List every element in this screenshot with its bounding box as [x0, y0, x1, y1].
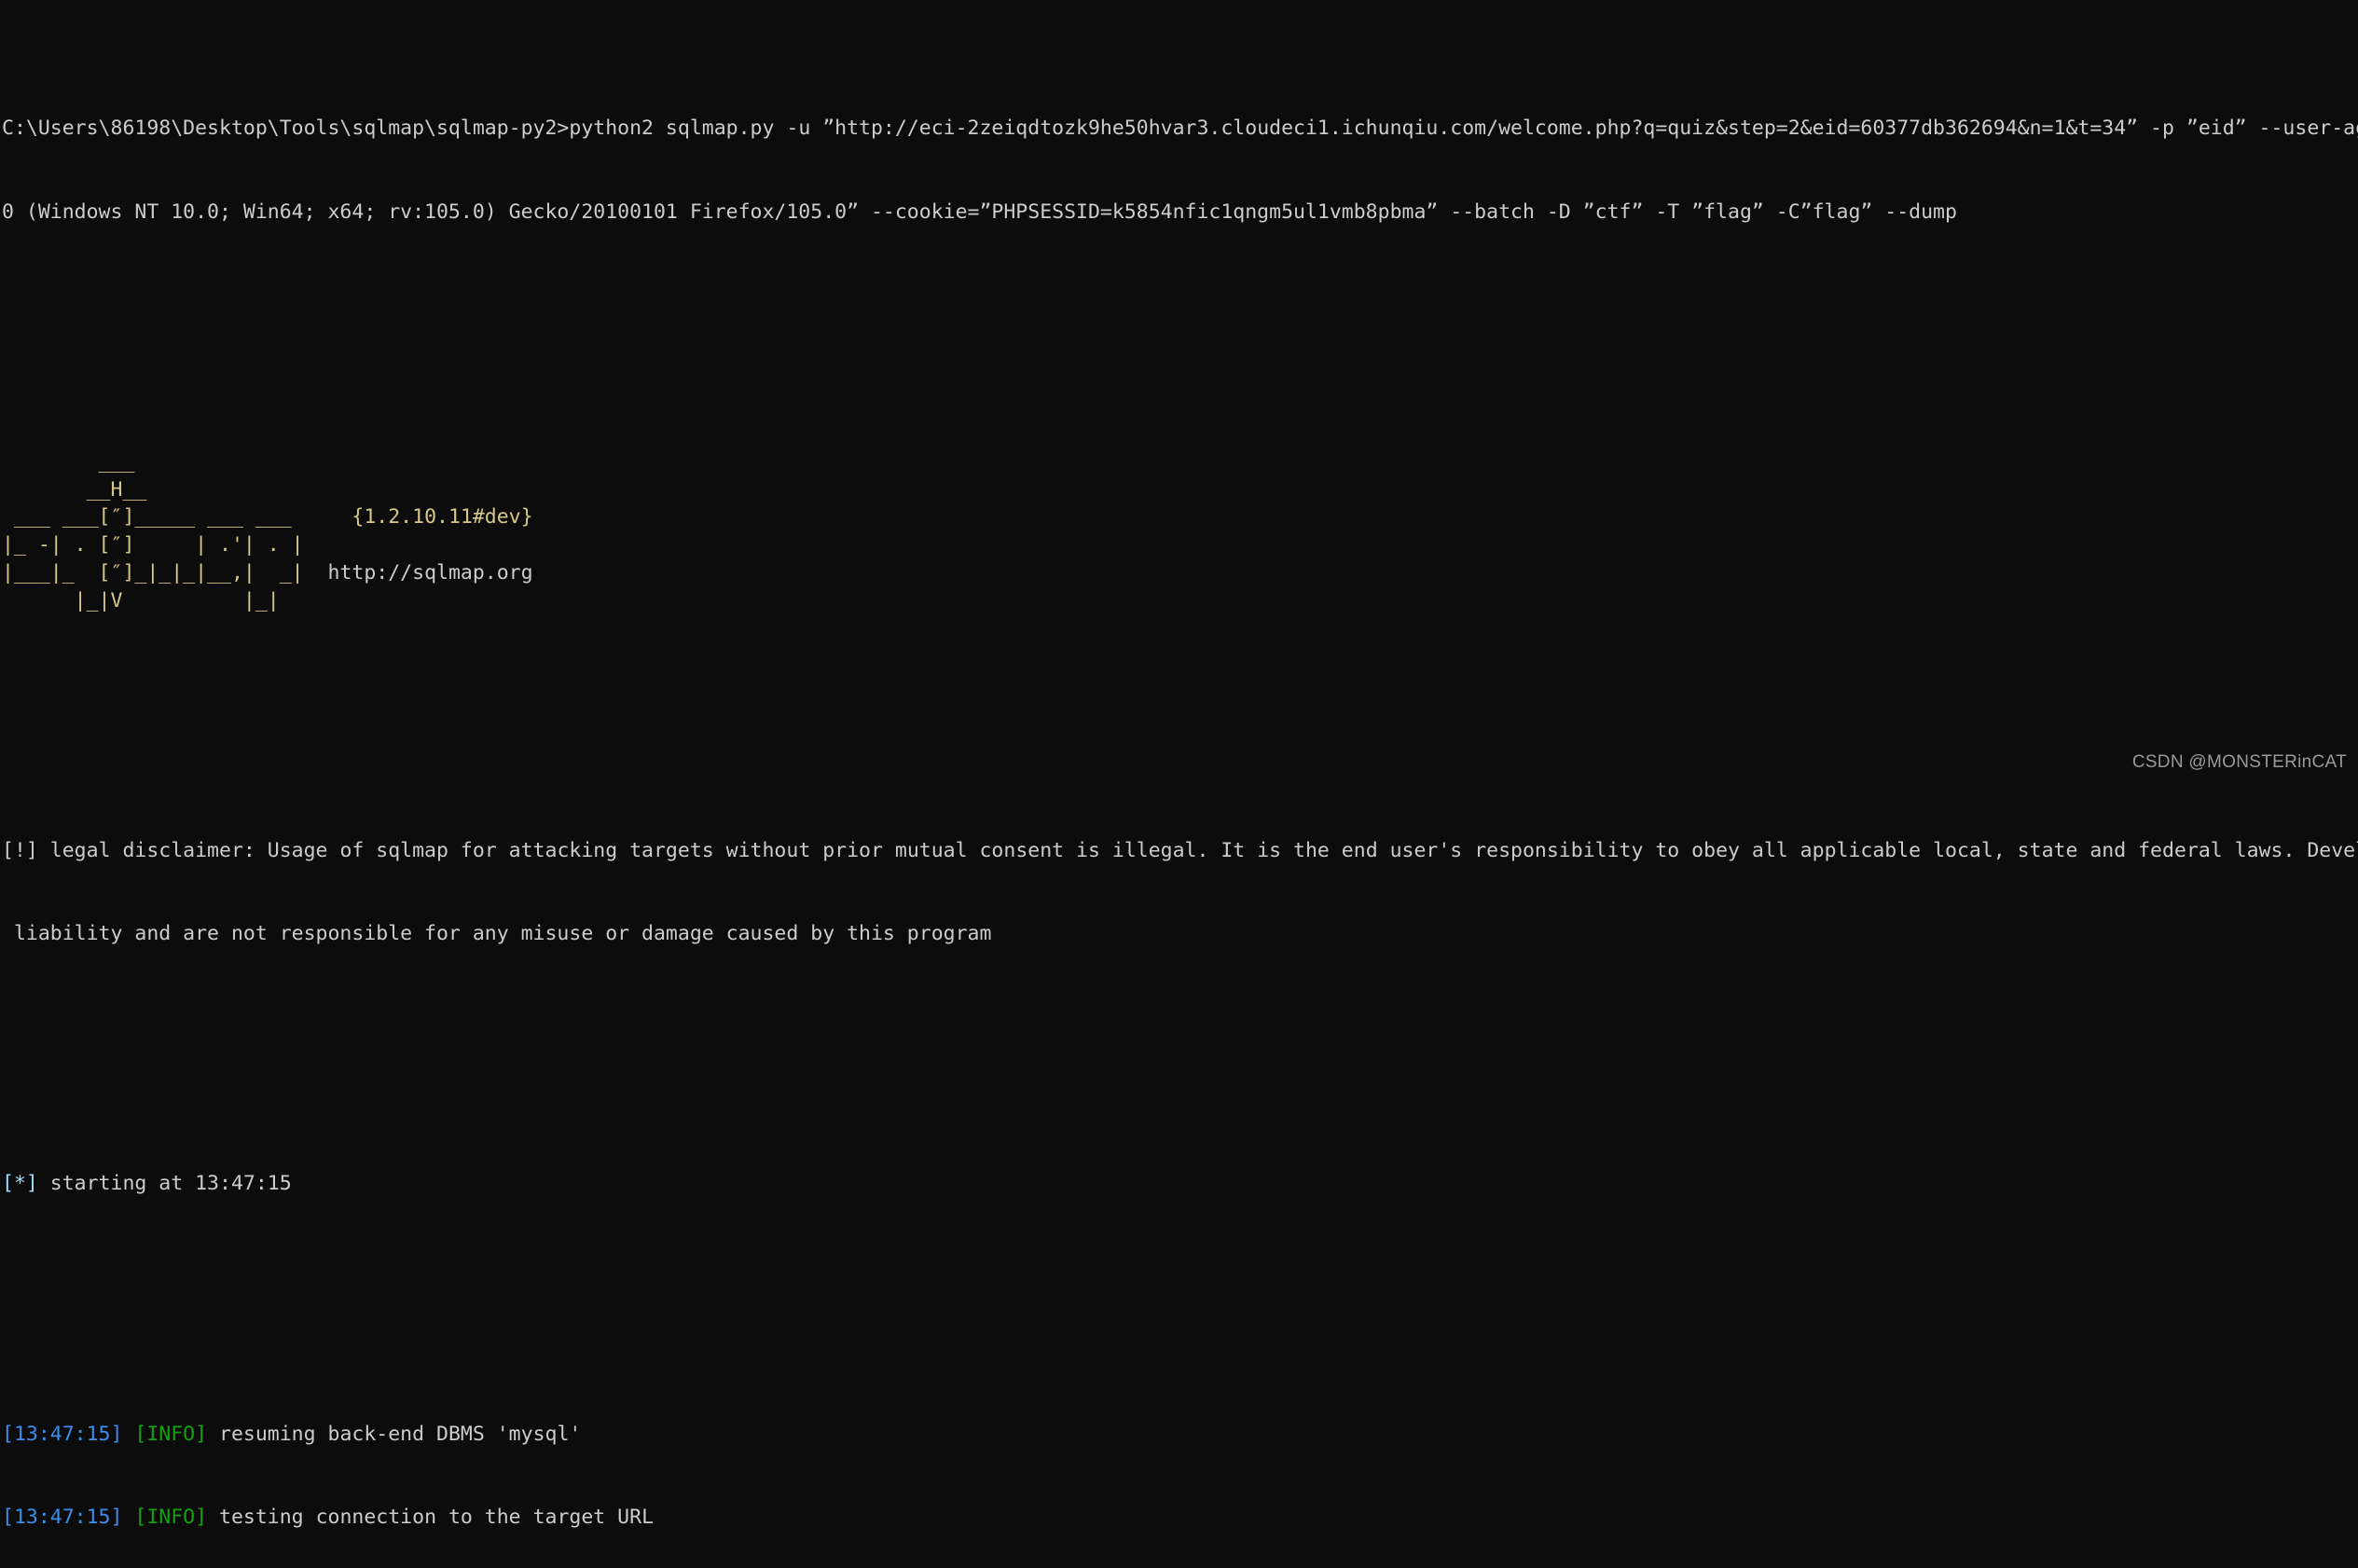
- logo-red-block-1: ″: [110, 505, 123, 530]
- logo-line-4: |_ -| . [″] | .'| . |: [2, 533, 304, 557]
- starting-text: starting at 13:47:15: [37, 1172, 292, 1196]
- logo-version-row: {1.2.10.11#dev}: [316, 503, 533, 531]
- sqlmap-version: {1.2.10.11#dev}: [352, 505, 533, 530]
- prompt-command-part2: 0 (Windows NT 10.0; Win64; x64; rv:105.0…: [2, 199, 1957, 224]
- logo-red-block-3: ″: [110, 560, 123, 585]
- logo-line-2: __H__: [2, 477, 147, 502]
- starting-line: [*] starting at 13:47:15: [2, 1170, 2358, 1198]
- sqlmap-banner-meta: {1.2.10.11#dev} http://sqlmap.org: [316, 448, 533, 587]
- sqlmap-url[interactable]: http://sqlmap.org: [328, 561, 533, 585]
- logo-line-1: ___: [2, 449, 135, 474]
- prompt-line-2: 0 (Windows NT 10.0; Win64; x64; rv:105.0…: [2, 199, 2358, 227]
- log-level: [INFO]: [134, 1422, 208, 1446]
- prompt-path: C:\Users\86198\Desktop\Tools\sqlmap\sqlm…: [2, 117, 570, 141]
- log-timestamp: [13:47:15]: [2, 1506, 123, 1530]
- log-message: testing connection to the target URL: [207, 1506, 655, 1530]
- log-line: [13:47:15] [INFO] resuming back-end DBMS…: [2, 1421, 2358, 1449]
- logo-url-row: http://sqlmap.org: [316, 559, 533, 587]
- log-line: [13:47:15] [INFO] testing connection to …: [2, 1504, 2358, 1532]
- logo-meta-blank-3: [316, 531, 533, 559]
- prompt-command-part1: python2 sqlmap.py -u ”http://eci-2zeiqdt…: [569, 117, 2358, 141]
- log-level: [INFO]: [134, 1506, 208, 1530]
- log-timestamp: [13:47:15]: [2, 1422, 123, 1446]
- disclaimer-line-1: [!] legal disclaimer: Usage of sqlmap fo…: [2, 837, 2358, 865]
- prompt-line-1: C:\Users\86198\Desktop\Tools\sqlmap\sqlm…: [2, 115, 2358, 143]
- disclaimer-prefix: [!]: [2, 838, 38, 862]
- disclaimer-text-1: legal disclaimer: Usage of sqlmap for at…: [37, 838, 2358, 862]
- terminal-window: C:\Users\86198\Desktop\Tools\sqlmap\sqlm…: [0, 0, 2358, 1529]
- logo-meta-blank-1: [316, 448, 533, 476]
- sqlmap-banner: ___ __H__ ___ ___[″]_____ ___ ___ |_ -| …: [2, 448, 2358, 615]
- starting-prefix: [*]: [2, 1172, 38, 1196]
- disclaimer-text-2: liability and are not responsible for an…: [2, 922, 992, 946]
- logo-line-5: |___|_ [″]_|_|_|__,| _|: [2, 560, 304, 585]
- logo-line-3: ___ ___[″]_____ ___ ___: [2, 505, 316, 530]
- logo-line-6: |_|V |_|: [2, 588, 316, 612]
- logo-red-block-2: ″: [110, 533, 123, 557]
- disclaimer-line-2: liability and are not responsible for an…: [2, 920, 2358, 948]
- csdn-watermark: CSDN @MONSTERinCAT: [2131, 752, 2347, 773]
- log-message: resuming back-end DBMS 'mysql': [207, 1422, 582, 1446]
- logo-meta-blank-2: [316, 476, 533, 504]
- sqlmap-logo-ascii: ___ __H__ ___ ___[″]_____ ___ ___ |_ -| …: [2, 448, 316, 615]
